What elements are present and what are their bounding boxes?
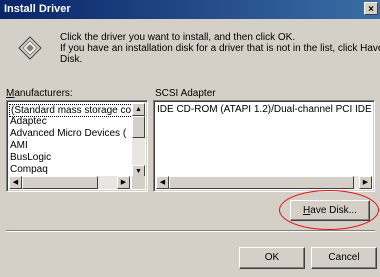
- manufacturers-list[interactable]: (Standard mass storage co Adaptec Advanc…: [6, 100, 148, 192]
- ok-button[interactable]: OK: [239, 247, 305, 269]
- scroll-thumb-horizontal[interactable]: [169, 176, 354, 189]
- scroll-thumb-horizontal[interactable]: [22, 176, 98, 189]
- instruction-line-2: If you have an installation disk for a d…: [60, 43, 380, 54]
- manufacturers-horizontal-scrollbar[interactable]: ◀ ▶: [9, 176, 130, 189]
- list-item-compaq[interactable]: Compaq: [10, 164, 48, 175]
- manufacturers-vertical-scrollbar[interactable]: ▲ ▼: [132, 103, 145, 178]
- list-item-amd[interactable]: Advanced Micro Devices (: [10, 128, 126, 139]
- divider: [6, 230, 375, 232]
- scroll-corner: [132, 176, 145, 189]
- cancel-button[interactable]: Cancel: [311, 247, 377, 269]
- scsi-adapter-list[interactable]: IDE CD-ROM (ATAPI 1.2)/Dual-channel PCI …: [153, 100, 375, 192]
- install-driver-dialog: Install Driver × Click the driver you wa…: [0, 0, 380, 277]
- list-item-ami[interactable]: AMI: [10, 140, 28, 151]
- scroll-right-arrow-icon[interactable]: ▶: [359, 176, 372, 189]
- list-item-buslogic[interactable]: BusLogic: [10, 152, 51, 163]
- instructions: Click the driver you want to install, an…: [60, 32, 380, 65]
- list-item-adaptec[interactable]: Adaptec: [10, 116, 47, 127]
- instruction-line-3: Disk.: [60, 54, 83, 65]
- window-title: Install Driver: [4, 3, 71, 15]
- scroll-left-arrow-icon[interactable]: ◀: [156, 176, 169, 189]
- scroll-up-arrow-icon[interactable]: ▲: [132, 103, 145, 116]
- close-button[interactable]: ×: [364, 2, 378, 15]
- list-item-ide-cdrom[interactable]: IDE CD-ROM (ATAPI 1.2)/Dual-channel PCI …: [157, 104, 374, 115]
- scroll-left-arrow-icon[interactable]: ◀: [9, 176, 22, 189]
- scsi-horizontal-scrollbar[interactable]: ◀ ▶: [156, 176, 372, 189]
- have-disk-button[interactable]: Have Disk...: [290, 200, 370, 221]
- manufacturers-label: Manufacturers:: [6, 88, 73, 99]
- instruction-line-1: Click the driver you want to install, an…: [60, 32, 296, 43]
- diamond-disk-icon: [18, 36, 42, 60]
- scsi-adapter-label: SCSI Adapter: [155, 88, 216, 99]
- scroll-thumb[interactable]: [132, 116, 145, 138]
- title-bar: Install Driver ×: [0, 0, 380, 19]
- scroll-right-arrow-icon[interactable]: ▶: [117, 176, 130, 189]
